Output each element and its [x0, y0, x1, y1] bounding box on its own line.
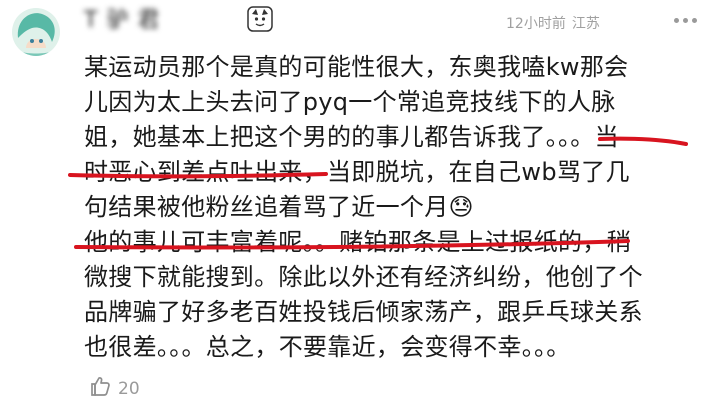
comment-text: 某运动员那个是真的可能性很大，东奥我嗑kw那会 儿因为太上头去问了pyq一个常追…: [84, 50, 694, 365]
comment-meta: 12小时前 江苏: [506, 13, 600, 33]
post-location: 江苏: [571, 16, 600, 32]
comment-line: 句结果被他粉丝追着骂了近一个月😓: [84, 193, 474, 221]
comment-line: 微搜下就能搜到。除此以外还有经济纠纷，他创了个: [84, 263, 643, 291]
comment-line: 他的事儿可丰富着呢。。赌铂那条是上过报纸的，稍: [84, 228, 631, 256]
like-area[interactable]: 20: [88, 374, 140, 403]
comment-line: 姐，她基本上把这个男的的事儿都告诉我了。。。当: [84, 123, 619, 151]
comment-line: 某运动员那个是真的可能性很大，东奥我嗑kw那会: [84, 53, 629, 81]
comment-line: 时恶心到差点吐出来，当即脱坑，在自己wb骂了几: [84, 158, 630, 186]
comment-line: 品牌骗了好多老百姓投钱后倾家荡产，跟乒乓球关系: [84, 298, 643, 326]
like-count: 20: [118, 378, 140, 399]
post-time: 12小时前: [506, 16, 566, 32]
anime-avatar-icon: [12, 8, 60, 56]
avatar[interactable]: [12, 8, 60, 56]
thumbs-up-icon[interactable]: [88, 374, 112, 403]
username[interactable]: T 驴 君: [84, 8, 160, 34]
comment-line: 儿因为太上头去问了pyq一个常追竞技线下的人脉: [84, 88, 616, 116]
comment-line: 也很差。。。总之，不要靠近，会变得不幸。。。: [84, 333, 571, 361]
cartoon-badge-icon: [247, 6, 273, 32]
more-dots-icon[interactable]: [672, 10, 698, 30]
